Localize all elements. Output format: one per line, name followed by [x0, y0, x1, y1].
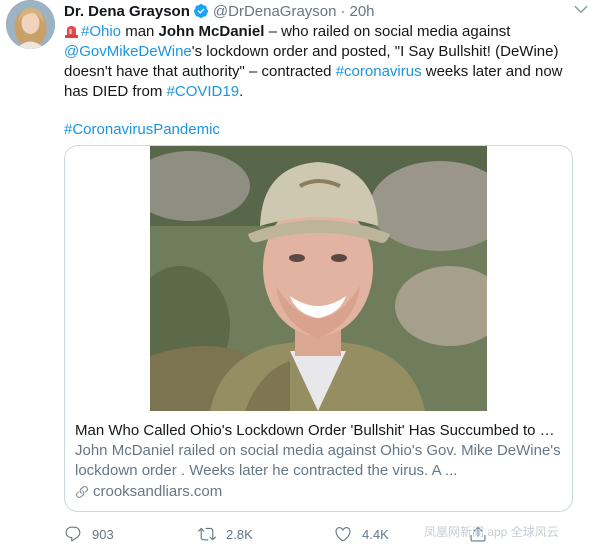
link-icon: [76, 486, 88, 498]
card-photo-image: [150, 146, 487, 411]
caret-down-icon[interactable]: [572, 0, 590, 18]
watermark-text: 凤凰网新闻 app 全球风云: [424, 525, 559, 539]
avatar-image: [6, 0, 55, 49]
like-count: 4.4K: [362, 526, 389, 542]
avatar[interactable]: [6, 0, 55, 49]
text-segment: .: [239, 83, 244, 100]
separator-dot: ·: [340, 2, 346, 20]
card-text: Man Who Called Ohio's Lockdown Order 'Bu…: [65, 411, 572, 502]
verified-icon: [193, 4, 208, 18]
retweet-count: 2.8K: [226, 526, 253, 542]
hashtag-coronaviruspandemic[interactable]: #CoronavirusPandemic: [64, 121, 220, 138]
text-segment: – who railed on social media against: [264, 23, 511, 40]
tweet-text-paragraph: #CoronavirusPandemic: [64, 120, 584, 140]
card-domain-text[interactable]: crooksandliars.com: [93, 482, 222, 502]
text-segment: man: [121, 23, 159, 40]
hashtag-ohio[interactable]: #Ohio: [81, 23, 121, 40]
user-handle[interactable]: @DrDenaGrayson: [213, 3, 337, 20]
tweet-actions: 903 2.8K 4.4K 凤凰网新闻 app 全球风云: [64, 523, 584, 545]
tweet[interactable]: Dr. Dena Grayson @DrDenaGrayson · 20h #O…: [0, 0, 597, 554]
hashtag-covid19[interactable]: #COVID19: [167, 83, 240, 100]
display-name[interactable]: Dr. Dena Grayson: [64, 3, 190, 20]
card-photo: [150, 146, 487, 411]
card-description: John McDaniel railed on social media aga…: [75, 442, 561, 479]
bold-name: John McDaniel: [158, 23, 265, 40]
reply-count: 903: [92, 526, 114, 542]
retweet-button[interactable]: 2.8K: [198, 525, 253, 543]
tweet-text: #Ohio man John McDaniel – who railed on …: [64, 22, 584, 140]
card-title[interactable]: Man Who Called Ohio's Lockdown Order 'Bu…: [75, 421, 562, 441]
hashtag-coronavirus[interactable]: #coronavirus: [336, 63, 422, 80]
reply-icon: [65, 526, 81, 542]
link-card[interactable]: Man Who Called Ohio's Lockdown Order 'Bu…: [64, 145, 573, 512]
reply-button[interactable]: 903: [64, 525, 114, 543]
siren-icon: [65, 26, 78, 38]
tweet-content: Dr. Dena Grayson @DrDenaGrayson · 20h #O…: [64, 0, 588, 542]
card-image[interactable]: [65, 146, 572, 411]
like-button[interactable]: 4.4K: [334, 525, 389, 543]
retweet-icon: [198, 527, 216, 541]
mention-link[interactable]: @GovMikeDeWine: [64, 43, 192, 60]
tweet-header: Dr. Dena Grayson @DrDenaGrayson · 20h: [64, 0, 588, 22]
timestamp[interactable]: 20h: [350, 3, 375, 20]
card-domain: crooksandliars.com: [75, 482, 562, 502]
like-icon: [335, 527, 351, 542]
